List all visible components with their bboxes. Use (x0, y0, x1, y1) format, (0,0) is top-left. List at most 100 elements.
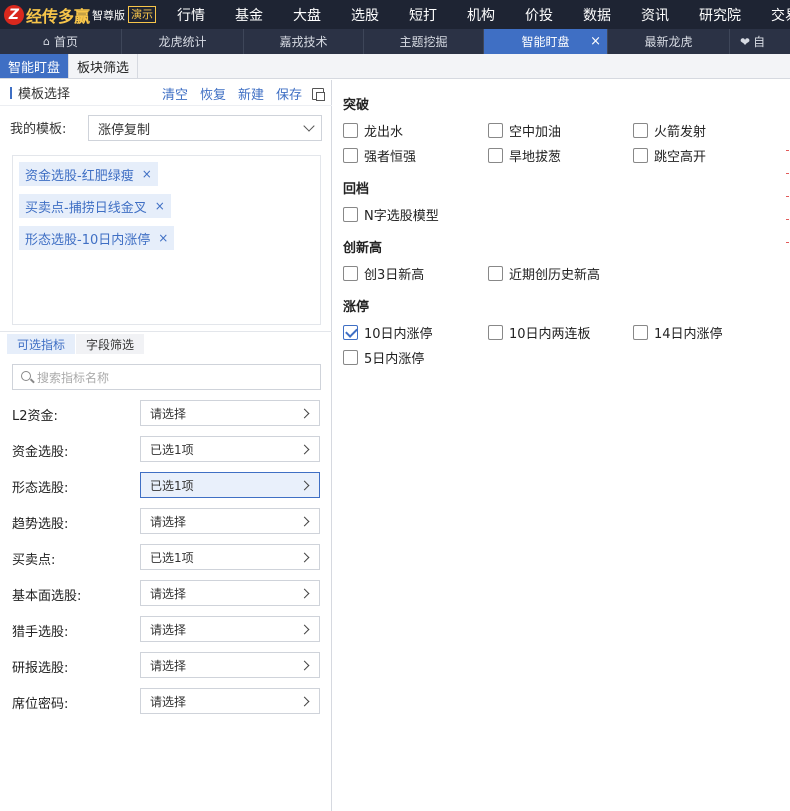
filter-select[interactable]: 已选1项 (140, 544, 320, 570)
tab-theme-mining[interactable]: 主题挖掘 (364, 29, 484, 54)
nav-institutions[interactable]: 机构 (452, 5, 510, 25)
checkbox[interactable] (343, 207, 358, 222)
filter-select[interactable]: 请选择 (140, 652, 320, 678)
checkbox-option[interactable]: 强者恒强 (343, 146, 416, 165)
nav-quotes[interactable]: 行情 (162, 5, 220, 25)
new-button[interactable]: 新建 (238, 84, 264, 103)
checkbox-option[interactable]: 10日内涨停 (343, 323, 433, 342)
checkbox[interactable] (488, 123, 503, 138)
nav-research[interactable]: 研究院 (684, 5, 756, 25)
checkbox-label: 创3日新高 (364, 268, 425, 283)
tag-label: 形态选股-10日内涨停 (25, 232, 151, 248)
filter-value: 请选择 (150, 622, 187, 637)
tab-latest-longhu[interactable]: 最新龙虎 (608, 29, 730, 54)
filter-select[interactable]: 请选择 (140, 616, 320, 642)
tab-available-indicators[interactable]: 可选指标 (7, 334, 76, 354)
edge-tick (786, 219, 789, 220)
nav-trade[interactable]: 交易 (756, 5, 790, 25)
checkbox-option[interactable]: 空中加油 (488, 121, 561, 140)
chevron-down-icon (303, 120, 315, 132)
checkbox-option[interactable]: 龙出水 (343, 121, 403, 140)
checkbox[interactable] (343, 148, 358, 163)
demo-badge: 演示 (128, 6, 157, 23)
tab-label: 主题挖掘 (399, 35, 448, 49)
checkbox[interactable] (633, 123, 648, 138)
tab-label: 最新龙虎 (644, 35, 693, 49)
checkbox-option[interactable]: 创3日新高 (343, 264, 424, 283)
filter-select[interactable]: 请选择 (140, 508, 320, 534)
filter-value: 请选择 (150, 694, 187, 709)
indicator-search-input[interactable]: 搜索指标名称 (12, 364, 321, 390)
tab-longhu-stats[interactable]: 龙虎统计 (122, 29, 244, 54)
checkbox[interactable] (633, 148, 648, 163)
remove-tag-icon[interactable]: × (155, 199, 165, 213)
filter-label: 猎手选股: (12, 625, 69, 640)
edge-tick (786, 196, 789, 197)
checkbox[interactable] (488, 266, 503, 281)
my-template-select[interactable]: 涨停复制 (88, 115, 322, 141)
filter-label: 席位密码: (12, 697, 69, 712)
nav-news[interactable]: 资讯 (626, 5, 684, 25)
sub-tabs: 智能盯盘 板块筛选 (0, 54, 790, 79)
tab-smart-monitor[interactable]: 智能盯盘 × (484, 29, 608, 54)
clear-button[interactable]: 清空 (162, 84, 188, 103)
filter-row-fundamentals: 基本面选股: 请选择 (0, 580, 332, 606)
tab-favorites[interactable]: ❤ 自 (730, 29, 790, 54)
checkbox[interactable] (343, 350, 358, 365)
save-button[interactable]: 保存 (276, 84, 302, 103)
checkbox-option[interactable]: 近期创历史新高 (488, 264, 600, 283)
chevron-right-icon (299, 624, 310, 635)
close-icon[interactable]: × (590, 34, 601, 49)
filter-row-l2-funds: L2资金: 请选择 (0, 400, 332, 426)
checkbox-label: 10日内两连板 (509, 327, 591, 342)
checkbox-option[interactable]: 14日内涨停 (633, 323, 723, 342)
checkbox[interactable] (343, 123, 358, 138)
edge-tick (786, 173, 789, 174)
checkbox-option[interactable]: 旱地拔葱 (488, 146, 561, 165)
selected-tag: 形态选股-10日内涨停 × (19, 226, 175, 250)
checkbox-option[interactable]: 10日内两连板 (488, 323, 591, 342)
edge-markers (786, 150, 790, 280)
filter-select[interactable]: 已选1项 (140, 472, 320, 498)
filter-select[interactable]: 请选择 (140, 688, 320, 714)
group-title-pullback: 回档 (343, 182, 370, 197)
heart-icon: ❤ (740, 34, 751, 49)
nav-market[interactable]: 大盘 (278, 5, 336, 25)
remove-tag-icon[interactable]: × (158, 231, 168, 245)
chevron-right-icon (299, 408, 310, 419)
checkbox-option[interactable]: N字选股模型 (343, 205, 439, 224)
checkbox[interactable] (488, 148, 503, 163)
nav-value-invest[interactable]: 价投 (510, 5, 568, 25)
nav-stock-picking[interactable]: 选股 (336, 5, 394, 25)
tab-label: 龙虎统计 (158, 35, 207, 49)
nav-data[interactable]: 数据 (568, 5, 626, 25)
filter-select[interactable]: 请选择 (140, 580, 320, 606)
subtab-smart-monitor[interactable]: 智能盯盘 (0, 54, 70, 78)
tab-jiarong-tech[interactable]: 嘉戎技术 (244, 29, 364, 54)
tab-home[interactable]: ⌂ 首页 (0, 29, 122, 54)
tab-label: 智能盯盘 (521, 35, 570, 49)
remove-tag-icon[interactable]: × (142, 167, 152, 181)
copy-icon[interactable] (312, 87, 325, 101)
group-title-breakout: 突破 (343, 98, 370, 113)
filter-select[interactable]: 已选1项 (140, 436, 320, 462)
checkbox[interactable] (343, 266, 358, 281)
nav-funds[interactable]: 基金 (220, 5, 278, 25)
checkbox-label: 旱地拔葱 (509, 150, 562, 165)
nav-short-trade[interactable]: 短打 (394, 5, 452, 25)
checkbox-option[interactable]: 火箭发射 (633, 121, 706, 140)
subtab-sector-filter[interactable]: 板块筛选 (69, 54, 139, 78)
app-logo[interactable]: Z 经传多赢 智尊版 演示 (0, 0, 157, 29)
checkbox-option[interactable]: 5日内涨停 (343, 348, 424, 367)
restore-button[interactable]: 恢复 (200, 84, 226, 103)
checkbox-label: 强者恒强 (364, 150, 417, 165)
filter-label: 趋势选股: (12, 517, 69, 532)
checkbox-label: 空中加油 (509, 125, 562, 140)
tab-field-filter[interactable]: 字段筛选 (76, 334, 145, 354)
chevron-right-icon (299, 516, 310, 527)
checkbox-option[interactable]: 跳空高开 (633, 146, 706, 165)
checkbox[interactable] (343, 325, 358, 340)
checkbox[interactable] (633, 325, 648, 340)
filter-select[interactable]: 请选择 (140, 400, 320, 426)
checkbox[interactable] (488, 325, 503, 340)
